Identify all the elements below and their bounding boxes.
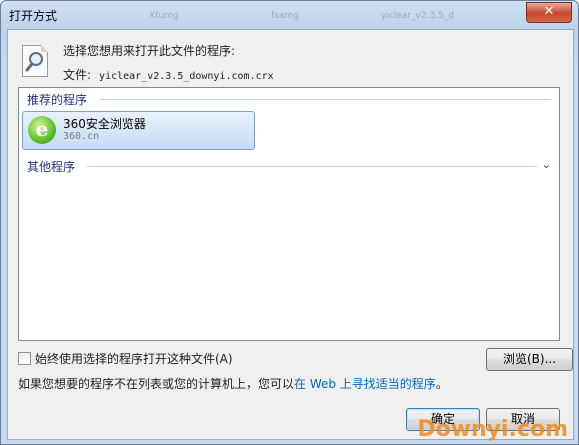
program-name: 360安全浏览器 — [63, 117, 146, 131]
info-suffix: 。 — [435, 377, 448, 391]
file-name: yiclear_v2.3.5_downyi.com.crx — [99, 71, 274, 82]
background-tabs: Xfumg fsamg yiclear_v2.3.5_d — [61, 1, 521, 27]
file-search-icon — [22, 45, 48, 77]
prompt-text: 选择您想用来打开此文件的程序: — [63, 44, 236, 58]
group-other[interactable]: 其他程序 ⌄ — [25, 158, 551, 174]
background-tab: yiclear_v2.3.5_d — [381, 11, 454, 21]
magnifier-icon — [25, 52, 43, 72]
group-other-label: 其他程序 — [27, 160, 76, 174]
watermark: Downyi.com — [417, 417, 568, 442]
info-line: 如果您想要的程序不在列表或您的计算机上，您可以在 Web 上寻找适当的程序。 — [18, 375, 448, 392]
info-text: 如果您想要的程序不在列表或您的计算机上，您可以 — [18, 377, 295, 391]
always-use-label[interactable]: 始终使用选择的程序打开这种文件(A) — [35, 352, 233, 366]
close-button[interactable]: ✕ — [526, 2, 572, 23]
group-recommended[interactable]: 推荐的程序 — [25, 91, 551, 107]
group-divider — [87, 166, 537, 167]
background-tab: Xfumg — [149, 11, 179, 21]
program-publisher: 360.cn — [63, 131, 100, 142]
group-recommended-label: 推荐的程序 — [27, 93, 88, 107]
file-label: 文件: — [63, 68, 92, 82]
title-bar[interactable]: 打开方式 Xfumg fsamg yiclear_v2.3.5_d ✕ — [1, 1, 578, 29]
browse-button[interactable]: 浏览(B)... — [486, 348, 573, 371]
always-use-row[interactable]: 始终使用选择的程序打开这种文件(A) — [18, 350, 233, 367]
chevron-down-icon[interactable]: ⌄ — [542, 158, 551, 171]
background-tab: fsamg — [271, 11, 299, 21]
program-item-360-browser[interactable]: e 360安全浏览器 360.cn — [22, 111, 255, 150]
always-use-checkbox[interactable] — [18, 352, 31, 365]
file-line: 文件: yiclear_v2.3.5_downyi.com.crx — [63, 66, 274, 83]
open-with-dialog: 打开方式 Xfumg fsamg yiclear_v2.3.5_d ✕ 选择您想… — [0, 0, 579, 445]
dialog-body: 选择您想用来打开此文件的程序: 文件: yiclear_v2.3.5_downyi… — [7, 29, 574, 440]
web-search-link[interactable]: 在 Web 上寻找适当的程序 — [294, 377, 436, 391]
group-divider — [99, 99, 551, 100]
program-list[interactable]: 推荐的程序 e 360安全浏览器 360.cn 其他程序 ⌄ — [18, 87, 560, 341]
close-icon: ✕ — [543, 4, 555, 19]
window-title: 打开方式 — [9, 9, 58, 23]
360-browser-icon: e — [28, 116, 56, 144]
